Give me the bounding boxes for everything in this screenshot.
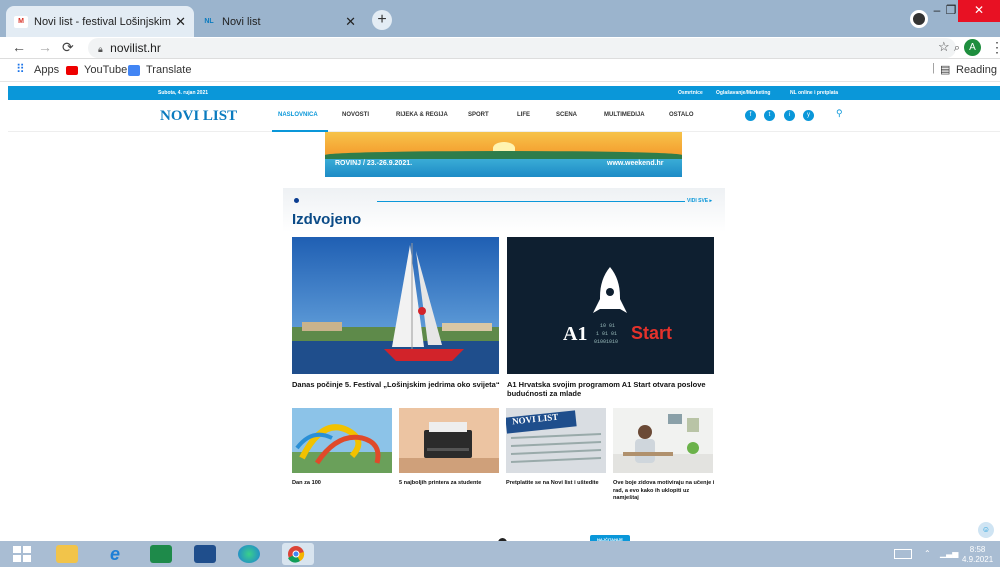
lenovo-app-icon[interactable] <box>194 545 216 563</box>
facebook-icon[interactable]: f <box>745 110 756 121</box>
apps-grid-icon: ⠿ <box>16 62 25 76</box>
article-image-waterpark[interactable] <box>292 408 392 473</box>
article-image-sailboat[interactable] <box>292 237 499 374</box>
minimize-button[interactable]: – <box>930 0 944 22</box>
zoom-icon[interactable]: ⌕ <box>954 38 960 58</box>
taskbar-clock[interactable]: 8:58 4.9.2021 <box>962 545 993 565</box>
search-icon[interactable]: ⚲ <box>836 108 843 119</box>
menu-sport[interactable]: SPORT <box>468 112 489 118</box>
restore-button[interactable]: ❐ <box>944 0 958 22</box>
instagram-icon[interactable]: i <box>784 110 795 121</box>
store-icon[interactable] <box>150 545 172 563</box>
article-image-printer[interactable] <box>399 408 499 473</box>
youtube-social-icon[interactable]: y <box>803 110 814 121</box>
banner-landscape <box>325 151 682 159</box>
close-window-button[interactable]: ✕ <box>958 0 1000 22</box>
bookmark-youtube[interactable]: YouTube <box>84 64 127 76</box>
bookmark-translate[interactable]: Translate <box>146 64 191 76</box>
twitter-icon[interactable]: t <box>764 110 775 121</box>
tab-title: Novi list - festival Lošinjskim jed… <box>34 15 171 28</box>
article-title-printeri[interactable]: 5 najboljih printera za studente <box>399 480 501 488</box>
section-divider <box>377 201 685 202</box>
site-header: NOVI LIST NASLOVNICA NOVOSTI RIJEKA & RE… <box>8 100 1000 132</box>
tab-novi-list[interactable]: NL Novi list ✕ <box>194 6 364 37</box>
novi-list-favicon-icon: NL <box>204 18 214 25</box>
tab-novi-list-festival[interactable]: M Novi list - festival Lošinjskim jed… ✕ <box>6 6 194 37</box>
accessibility-icon[interactable]: ☺ <box>978 522 994 538</box>
section-dot-icon <box>294 198 299 203</box>
windows-taskbar: e ⌃ ▁▃▅ 8:58 4.9.2021 <box>0 541 1000 567</box>
article-title-a1-start[interactable]: A1 Hrvatska svojim programom A1 Start ot… <box>507 380 717 398</box>
article-title-boje-zidova[interactable]: Ove boje zidova motiviraju na učenje i r… <box>613 480 715 503</box>
tray-chevron-icon[interactable]: ⌃ <box>924 549 931 558</box>
see-all-link[interactable]: VIDI SVE ▸ <box>687 198 712 204</box>
file-explorer-icon[interactable] <box>56 545 78 563</box>
internet-explorer-icon[interactable]: e <box>104 545 126 563</box>
site-top-strip: Subota, 4. rujan 2021 Osmrtnice Oglašava… <box>8 86 1000 100</box>
site-logo[interactable]: NOVI LIST <box>160 108 237 125</box>
bookmark-separator: | <box>932 62 935 74</box>
edge-icon[interactable] <box>238 545 260 563</box>
tab-title: Novi list <box>222 15 261 28</box>
banner-event-text: ROVINJ / 23.-26.9.2021. <box>335 160 413 167</box>
menu-ostalo[interactable]: OSTALO <box>669 112 694 118</box>
chrome-taskbar-icon[interactable] <box>282 543 314 565</box>
gmail-icon: M <box>14 15 28 28</box>
menu-novosti[interactable]: NOVOSTI <box>342 112 369 118</box>
article-title-pretplata[interactable]: Pretplatite se na Novi list i uštedite <box>506 480 608 488</box>
menu-multimedija[interactable]: MULTIMEDIJA <box>604 112 645 118</box>
banner-url-text: www.weekend.hr <box>607 160 664 167</box>
bookmarks-bar: ⠿ Apps YouTube Translate | ▤ Reading lis… <box>0 59 1000 82</box>
binary-text-2: 1 01 01 <box>596 331 618 337</box>
keyboard-icon[interactable] <box>894 549 912 559</box>
binary-text-3: 01001010 <box>594 339 619 345</box>
browser-tab-bar: M Novi list - festival Lošinjskim jed… ✕… <box>0 0 1000 37</box>
profile-icon[interactable] <box>910 10 928 28</box>
address-toolbar: ← → ⟳ 🔒︎ novilist.hr ⌕ ☆ A ⋮ <box>0 37 1000 59</box>
close-tab-icon[interactable]: ✕ <box>345 14 356 30</box>
featured-header: VIDI SVE ▸ Izdvojeno <box>283 188 725 232</box>
windows-start-icon[interactable] <box>12 545 32 563</box>
top-link-pretplata[interactable]: NL online i pretplata <box>790 90 838 96</box>
translate-icon <box>128 65 140 76</box>
binary-text-1: 10 01 <box>600 323 616 329</box>
account-avatar[interactable]: A <box>964 39 981 56</box>
menu-rijeka-regija[interactable]: RIJEKA & REGIJA <box>396 112 448 118</box>
url-text: novilist.hr <box>110 41 161 55</box>
menu-naslovnica[interactable]: NASLOVNICA <box>278 112 318 118</box>
signal-icon: ▁▃▅ <box>940 549 959 558</box>
site-date: Subota, 4. rujan 2021 <box>158 90 209 96</box>
reading-list-button[interactable]: Reading list <box>956 64 1000 76</box>
clock-time: 8:58 <box>969 545 986 554</box>
start-logo-text: Start <box>631 323 673 343</box>
a1-logo-text: A1 <box>563 323 588 345</box>
star-icon[interactable]: ☆ <box>938 39 950 55</box>
reload-icon[interactable]: ⟳ <box>62 39 74 56</box>
clock-date: 4.9.2021 <box>962 555 994 564</box>
menu-scena[interactable]: SCENA <box>556 112 577 118</box>
top-link-osmrtnice[interactable]: Osmrtnice <box>678 90 703 96</box>
section-title: Izdvojeno <box>292 211 362 228</box>
article-image-newspapers[interactable]: NOVI LIST <box>506 408 606 473</box>
article-image-a1-start[interactable]: A1 Start 10 01 1 01 01 01001010 <box>507 237 714 374</box>
article-image-study-room[interactable] <box>613 408 713 473</box>
featured-section: VIDI SVE ▸ Izdvojeno Danas počinje 5. Fe… <box>283 188 725 528</box>
lock-icon: 🔒︎ <box>98 44 103 54</box>
forward-icon[interactable]: → <box>38 39 52 55</box>
article-title-sailing[interactable]: Danas počinje 5. Festival „Lošinjskim je… <box>292 380 502 389</box>
bookmark-apps[interactable]: Apps <box>34 64 59 76</box>
menu-kebab-icon[interactable]: ⋮ <box>990 39 1000 56</box>
back-icon[interactable]: ← <box>12 39 26 55</box>
top-link-oglasavanje[interactable]: Oglašavanje/Marketing <box>716 90 770 96</box>
banner-ad[interactable]: ROVINJ / 23.-26.9.2021. www.weekend.hr <box>325 132 682 177</box>
url-bar[interactable]: 🔒︎ novilist.hr ⌕ <box>88 38 960 58</box>
close-tab-icon[interactable]: ✕ <box>175 14 186 30</box>
reading-list-icon: ▤ <box>940 64 951 76</box>
article-title-dan-za-100[interactable]: Dan za 100 <box>292 480 394 488</box>
youtube-icon <box>66 66 78 75</box>
active-menu-underline <box>272 130 328 132</box>
menu-life[interactable]: LIFE <box>517 112 530 118</box>
new-tab-button[interactable]: + <box>372 10 392 30</box>
